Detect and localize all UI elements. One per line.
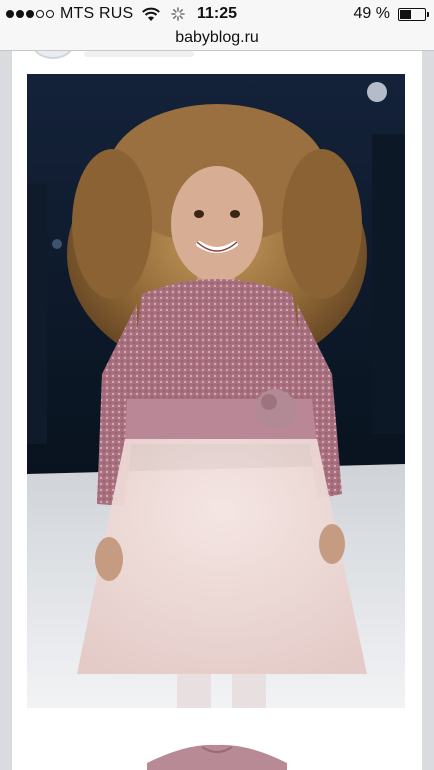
runway-photo-illustration — [27, 74, 405, 708]
dress-photo-illustration — [27, 733, 405, 770]
status-bar-right: 49 % — [353, 5, 429, 23]
author-avatar[interactable] — [32, 51, 74, 59]
status-bar: MTS RUS 11:25 49 % — [0, 0, 434, 28]
author-name-placeholder — [84, 51, 194, 57]
dress-photo-partial[interactable] — [27, 733, 405, 770]
battery-icon — [398, 7, 429, 21]
battery-percent: 49 % — [353, 5, 390, 22]
address-url[interactable]: babyblog.ru — [0, 29, 434, 47]
runway-photo[interactable] — [27, 74, 405, 708]
battery-level-fill — [400, 9, 411, 19]
browser-address-bar[interactable]: babyblog.ru — [0, 28, 434, 51]
page-content[interactable] — [12, 51, 422, 770]
